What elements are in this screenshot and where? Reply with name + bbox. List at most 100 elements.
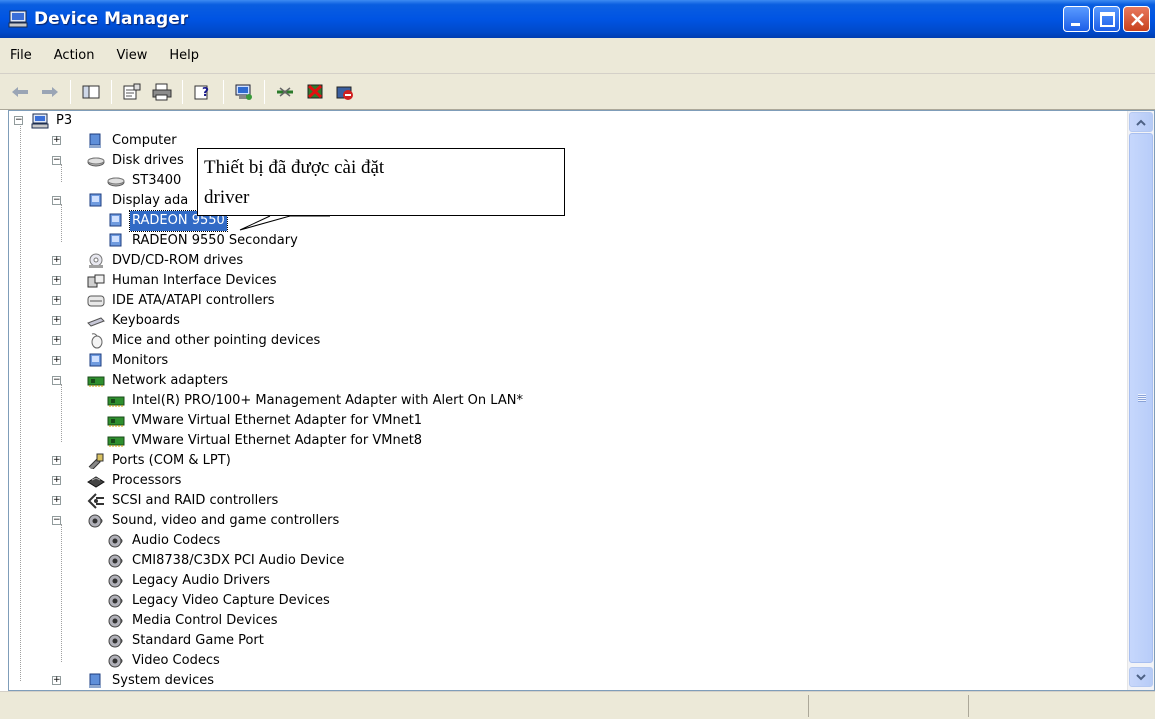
system-device-icon (87, 673, 105, 689)
toolbar-separator (223, 79, 224, 104)
tree-label: Legacy Audio Drivers (132, 573, 271, 588)
toolbar-separator (111, 79, 112, 104)
tree-item-cmi8738[interactable]: CMI8738/C3DX PCI Audio Device (9, 551, 346, 571)
print-icon[interactable] (150, 80, 174, 104)
expand-toggle[interactable]: + (52, 496, 61, 505)
menu-help[interactable]: Help (169, 48, 199, 63)
collapse-toggle[interactable]: − (52, 376, 61, 385)
tree-item-disk-drives[interactable]: − Disk drives (9, 151, 186, 171)
minimize-button[interactable] (1063, 6, 1090, 32)
tree-label: Processors (112, 473, 182, 488)
tree-item-intel-pro100[interactable]: Intel(R) PRO/100+ Management Adapter wit… (9, 391, 525, 411)
tree-item-scsi[interactable]: + SCSI and RAID controllers (9, 491, 280, 511)
expand-toggle[interactable]: + (52, 316, 61, 325)
collapse-toggle[interactable]: − (52, 156, 61, 165)
maximize-button[interactable] (1093, 6, 1120, 32)
network-card-icon (107, 413, 125, 429)
tree-item-game-port[interactable]: Standard Game Port (9, 631, 266, 651)
computer-icon (87, 133, 105, 149)
tree-item-audio-codecs[interactable]: Audio Codecs (9, 531, 222, 551)
tree-label: DVD/CD-ROM drives (112, 253, 244, 268)
computer-monitor-icon (31, 113, 49, 129)
show-hide-console-tree-icon[interactable] (79, 80, 103, 104)
speaker-icon (107, 593, 125, 609)
keyboard-icon (87, 313, 105, 329)
tree-item-legacy-video[interactable]: Legacy Video Capture Devices (9, 591, 332, 611)
menu-view[interactable]: View (116, 48, 147, 63)
tree-item-computer[interactable]: + Computer (9, 131, 179, 151)
disk-drive-icon (107, 173, 125, 189)
scan-hardware-icon[interactable] (232, 80, 256, 104)
tree-item-display-adapters[interactable]: − Display ada (9, 191, 190, 211)
scroll-thumb[interactable] (1129, 133, 1153, 663)
tree-label: Media Control Devices (132, 613, 278, 628)
monitor-icon (87, 353, 105, 369)
expand-toggle[interactable]: + (52, 296, 61, 305)
display-adapter-icon (107, 233, 125, 249)
tree-label: Intel(R) PRO/100+ Management Adapter wit… (132, 393, 523, 408)
device-tree-view[interactable]: − P3 + Computer − Disk drives ST3400 − D… (8, 110, 1155, 691)
tree-item-dvd-cdrom[interactable]: + DVD/CD-ROM drives (9, 251, 245, 271)
tree-item-ide[interactable]: + IDE ATA/ATAPI controllers (9, 291, 277, 311)
tree-item-mice[interactable]: + Mice and other pointing devices (9, 331, 322, 351)
uninstall-icon[interactable] (303, 80, 327, 104)
tree-item-hid[interactable]: + Human Interface Devices (9, 271, 279, 291)
tree-label: Ports (COM & LPT) (112, 453, 231, 468)
expand-toggle[interactable]: + (52, 456, 61, 465)
expand-toggle[interactable]: + (52, 336, 61, 345)
tree-item-root[interactable]: − P3 (9, 111, 74, 131)
toolbar-separator (264, 79, 265, 104)
tree-item-radeon-9550[interactable]: RADEON 9550 (9, 210, 228, 232)
collapse-toggle[interactable]: − (52, 516, 61, 525)
update-driver-icon[interactable] (273, 80, 297, 104)
scroll-down-button[interactable] (1129, 667, 1153, 687)
tree-item-legacy-audio[interactable]: Legacy Audio Drivers (9, 571, 272, 591)
disable-icon[interactable] (333, 80, 357, 104)
tree-item-network-adapters[interactable]: − Network adapters (9, 371, 230, 391)
tree-item-media-control[interactable]: Media Control Devices (9, 611, 280, 631)
tree-label: VMware Virtual Ethernet Adapter for VMne… (132, 433, 423, 448)
processor-icon (87, 473, 105, 489)
mouse-icon (87, 333, 105, 349)
tree-label: Audio Codecs (132, 533, 221, 548)
vertical-scrollbar[interactable] (1127, 111, 1154, 690)
help-icon[interactable]: ? (191, 80, 215, 104)
tree-label: Network adapters (112, 373, 229, 388)
network-card-icon (107, 393, 125, 409)
tree-item-vmnet1[interactable]: VMware Virtual Ethernet Adapter for VMne… (9, 411, 424, 431)
tree-item-disk-st3400[interactable]: ST3400 (9, 171, 183, 191)
menu-action[interactable]: Action (54, 48, 95, 63)
tree-item-system-devices[interactable]: + System devices (9, 671, 216, 690)
scroll-up-button[interactable] (1129, 112, 1153, 132)
tree-label: Display ada (112, 193, 189, 208)
back-arrow-icon[interactable] (8, 80, 32, 104)
tree-item-video-codecs[interactable]: Video Codecs (9, 651, 222, 671)
expand-toggle[interactable]: + (52, 476, 61, 485)
tree-item-radeon-9550-secondary[interactable]: RADEON 9550 Secondary (9, 231, 300, 251)
tree-item-ports[interactable]: + Ports (COM & LPT) (9, 451, 233, 471)
expand-toggle[interactable]: + (52, 136, 61, 145)
title-bar[interactable]: Device Manager (0, 0, 1155, 38)
expand-toggle[interactable]: + (52, 356, 61, 365)
tree-item-vmnet8[interactable]: VMware Virtual Ethernet Adapter for VMne… (9, 431, 424, 451)
close-button[interactable] (1123, 6, 1150, 32)
tree-label: Monitors (112, 353, 169, 368)
scroll-grip (1138, 394, 1146, 402)
forward-arrow-icon[interactable] (38, 80, 62, 104)
expand-toggle[interactable]: + (52, 276, 61, 285)
properties-icon[interactable] (120, 80, 144, 104)
status-pane (808, 695, 968, 717)
tree-item-sound[interactable]: − Sound, video and game controllers (9, 511, 341, 531)
expand-toggle[interactable]: + (52, 256, 61, 265)
expand-toggle[interactable]: + (52, 676, 61, 685)
tree-item-monitors[interactable]: + Monitors (9, 351, 170, 371)
toolbar: ? (0, 74, 1155, 110)
collapse-toggle[interactable]: − (14, 116, 23, 125)
collapse-toggle[interactable]: − (52, 196, 61, 205)
tree-item-processors[interactable]: + Processors (9, 471, 183, 491)
tree-item-keyboards[interactable]: + Keyboards (9, 311, 182, 331)
menu-file[interactable]: File (10, 48, 32, 63)
tree-label: IDE ATA/ATAPI controllers (112, 293, 275, 308)
speaker-icon (107, 613, 125, 629)
tree-label: VMware Virtual Ethernet Adapter for VMne… (132, 413, 423, 428)
